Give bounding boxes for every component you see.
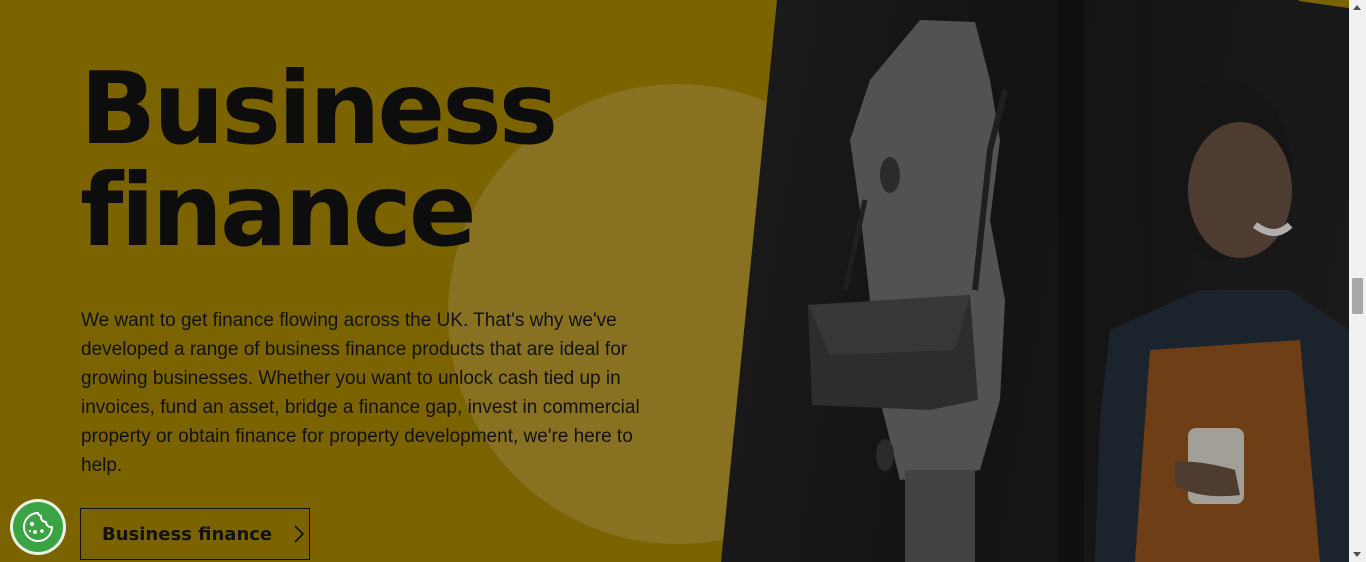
cookie-icon: [23, 511, 54, 542]
chevron-right-icon: [294, 525, 305, 543]
scroll-thumb[interactable]: [1352, 278, 1363, 314]
page-title: Business finance: [80, 50, 558, 269]
scroll-up-arrow-icon[interactable]: [1353, 5, 1361, 10]
business-finance-button-label: Business finance: [102, 523, 273, 545]
vertical-scrollbar[interactable]: [1349, 0, 1366, 562]
cookie-settings-button[interactable]: [13, 502, 63, 552]
title-line-2: finance: [80, 152, 477, 269]
title-line-1: Business: [80, 50, 558, 167]
scroll-down-arrow-icon[interactable]: [1353, 552, 1361, 557]
business-finance-button[interactable]: Business finance: [80, 508, 310, 560]
intro-paragraph: We want to get finance flowing across th…: [81, 310, 640, 476]
hero-section: Business finance We want to get finance …: [0, 0, 1349, 562]
